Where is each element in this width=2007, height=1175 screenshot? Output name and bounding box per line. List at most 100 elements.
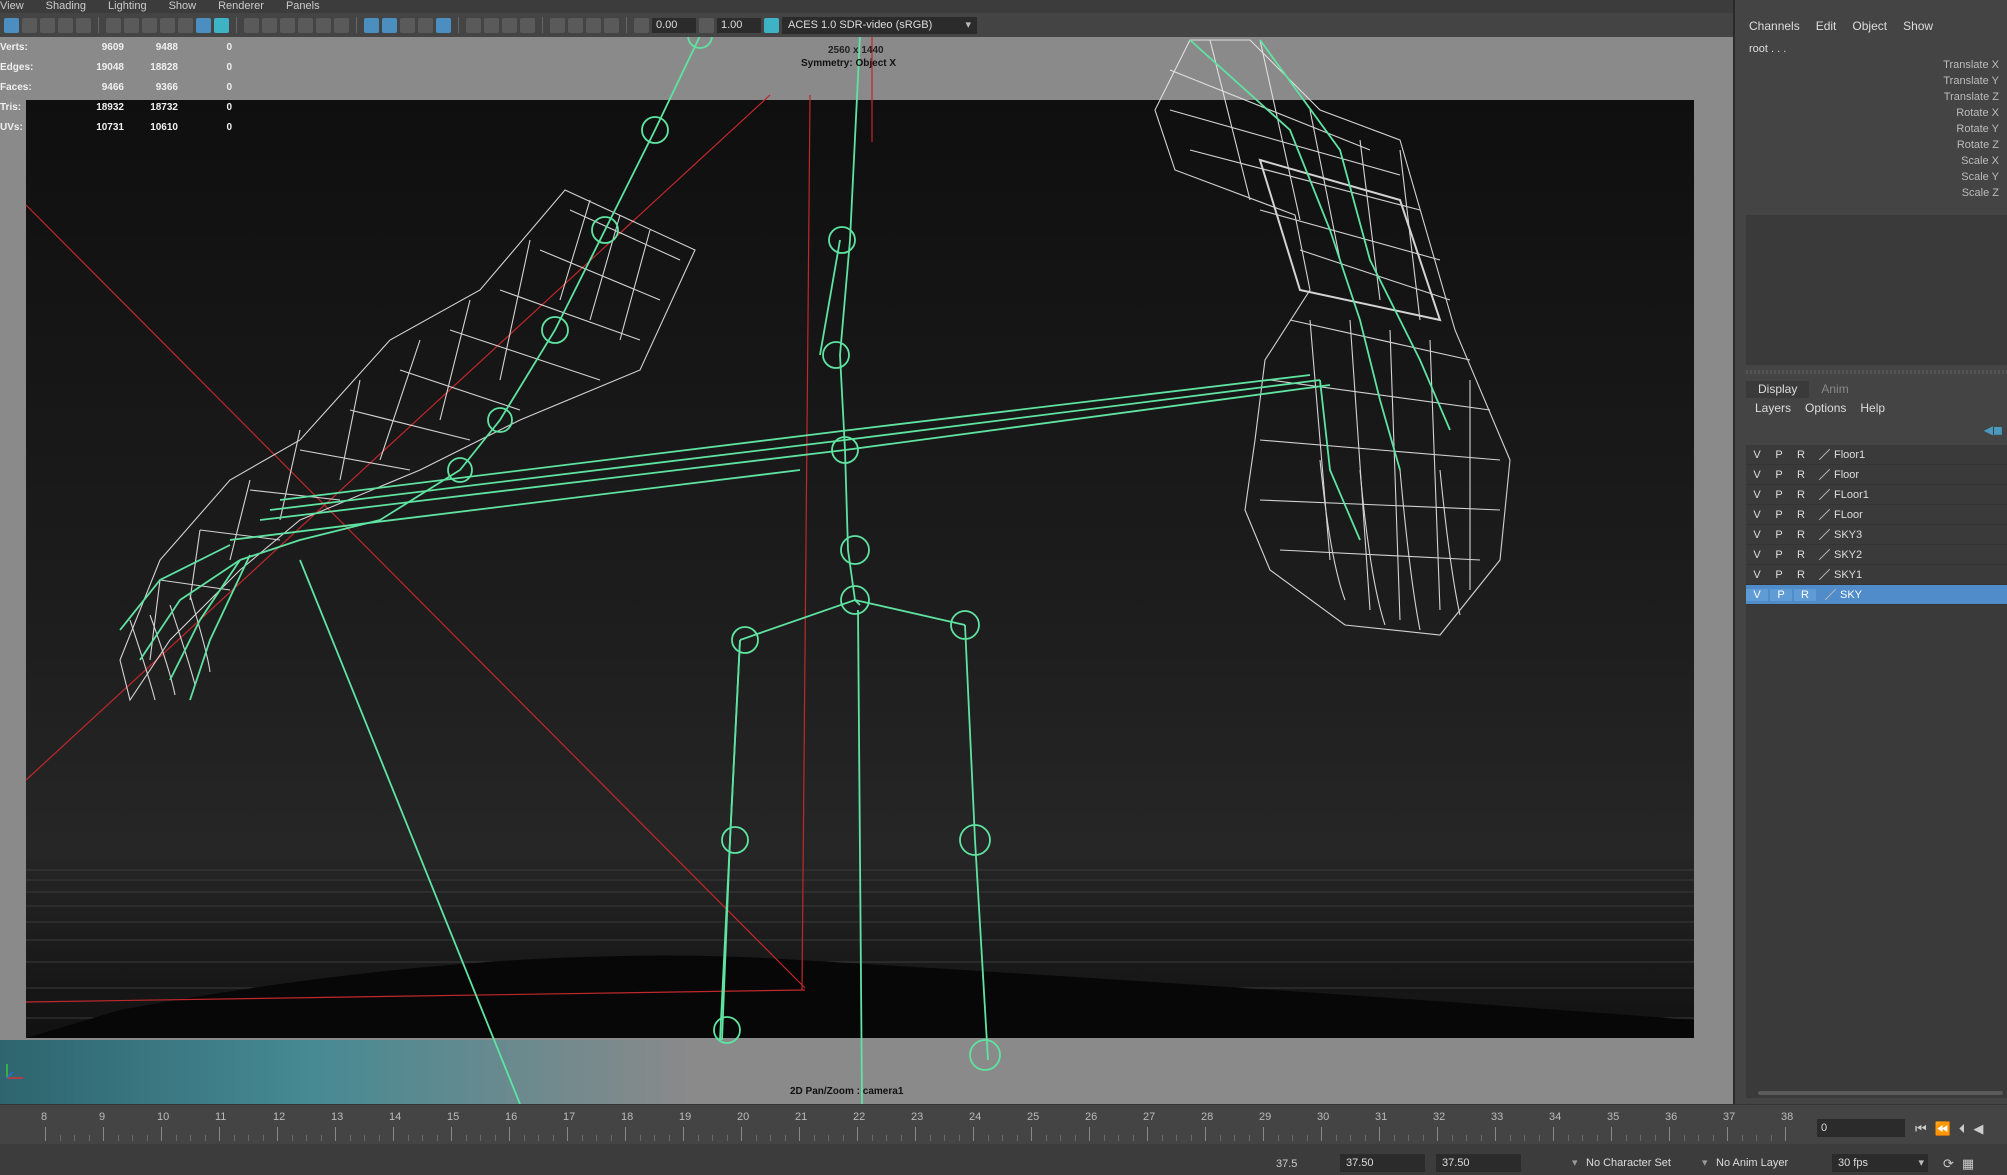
visibility-toggle[interactable]: V: [1746, 469, 1768, 481]
view-transform-dropdown[interactable]: ACES 1.0 SDR-video (sRGB): [782, 16, 977, 34]
select-icon[interactable]: [550, 17, 565, 33]
menu-edit[interactable]: Edit: [1816, 19, 1837, 33]
viewport-panel[interactable]: View Shading Lighting Show Renderer Pane…: [0, 0, 1733, 1104]
xray-icon[interactable]: [400, 17, 415, 33]
reference-toggle[interactable]: R: [1790, 469, 1812, 481]
layer-row[interactable]: V P R Floor1: [1746, 445, 2007, 465]
menu-layers[interactable]: Layers: [1755, 401, 1791, 415]
attr-rotate-x[interactable]: Rotate X: [1943, 105, 1999, 121]
image-plane-icon[interactable]: [58, 17, 73, 33]
layer-row[interactable]: V P R SKY1: [1746, 565, 2007, 585]
play-backward-icon[interactable]: ◀: [1973, 1121, 1983, 1137]
grease-pencil-icon[interactable]: [214, 17, 229, 33]
bookmark-icon[interactable]: [40, 17, 55, 33]
safe-action-icon[interactable]: [178, 17, 193, 33]
color-management-icon[interactable]: [764, 17, 779, 33]
film-gate-icon[interactable]: [106, 17, 121, 33]
menu-shading[interactable]: Shading: [46, 0, 86, 13]
reference-toggle[interactable]: R: [1790, 449, 1812, 461]
select-camera-icon[interactable]: [4, 17, 19, 33]
wireframe-icon[interactable]: [244, 17, 259, 33]
attr-rotate-y[interactable]: Rotate Y: [1943, 121, 1999, 137]
time-slider[interactable]: 8 9 10 11 12 13 14 15 16 17 18 19 20 21 22 23 24 25 26 27 28…: [0, 1104, 2007, 1144]
visibility-toggle[interactable]: V: [1746, 569, 1768, 581]
camera-guides-icon[interactable]: [604, 17, 619, 33]
visibility-toggle[interactable]: V: [1746, 529, 1768, 541]
exposure-field[interactable]: 0.00: [652, 17, 696, 33]
reference-toggle[interactable]: R: [1790, 569, 1812, 581]
layer-row-selected[interactable]: V P R SKY: [1746, 585, 2007, 605]
layer-name[interactable]: FLoor1: [1834, 489, 1869, 501]
step-back-key-icon[interactable]: ⏴: [1959, 1121, 1966, 1137]
gate-mask-icon[interactable]: [142, 17, 157, 33]
preferences-icon[interactable]: ▦: [1962, 1156, 1974, 1172]
menu-show[interactable]: Show: [1903, 19, 1933, 33]
visibility-toggle[interactable]: V: [1746, 489, 1768, 501]
current-frame-field[interactable]: 0: [1817, 1119, 1905, 1137]
attr-rotate-z[interactable]: Rotate Z: [1943, 137, 1999, 153]
playback-toggle[interactable]: P: [1768, 489, 1790, 501]
selected-node-name[interactable]: root . . .: [1749, 43, 1786, 55]
layer-name[interactable]: Floor: [1834, 469, 1859, 481]
reference-toggle[interactable]: R: [1794, 588, 1816, 601]
step-back-icon[interactable]: ⏪: [1935, 1121, 1951, 1137]
layer-color-swatch[interactable]: [1816, 489, 1830, 501]
attr-scale-z[interactable]: Scale Z: [1943, 185, 1999, 201]
playback-toggle[interactable]: P: [1768, 569, 1790, 581]
attr-scale-x[interactable]: Scale X: [1943, 153, 1999, 169]
lights-icon[interactable]: [334, 17, 349, 33]
playback-toggle[interactable]: P: [1768, 529, 1790, 541]
menu-options[interactable]: Options: [1805, 401, 1846, 415]
layer-color-swatch[interactable]: [1816, 449, 1830, 461]
layer-color-swatch[interactable]: [1816, 549, 1830, 561]
playback-toggle[interactable]: P: [1770, 588, 1792, 601]
menu-show[interactable]: Show: [169, 0, 197, 13]
playback-toggle[interactable]: P: [1768, 469, 1790, 481]
field-chart-icon[interactable]: [160, 17, 175, 33]
resolution-gate-icon[interactable]: [124, 17, 139, 33]
playback-end-field[interactable]: 37.50: [1436, 1154, 1521, 1172]
exposure-icon[interactable]: [634, 17, 649, 33]
playback-start-field[interactable]: 37.50: [1340, 1154, 1425, 1172]
menu-panels[interactable]: Panels: [286, 0, 320, 13]
layer-list-scrollbar[interactable]: [1746, 1088, 2007, 1098]
menu-channels[interactable]: Channels: [1749, 19, 1800, 33]
go-to-start-icon[interactable]: ⏮: [1915, 1121, 1927, 1137]
anti-aliasing-icon[interactable]: [520, 17, 535, 33]
layer-name[interactable]: FLoor: [1834, 509, 1863, 521]
time-ruler[interactable]: 8 9 10 11 12 13 14 15 16 17 18 19 20 21 22 23 24 25 26 27 28…: [0, 1111, 1800, 1145]
layer-name[interactable]: SKY1: [1834, 569, 1862, 581]
hud-icon[interactable]: [586, 17, 601, 33]
smooth-shade-icon[interactable]: [262, 17, 277, 33]
ambient-occlusion-icon[interactable]: [382, 17, 397, 33]
menu-lighting[interactable]: Lighting: [108, 0, 147, 13]
reference-toggle[interactable]: R: [1790, 489, 1812, 501]
motion-blur-icon[interactable]: [502, 17, 517, 33]
layer-name[interactable]: SKY3: [1834, 529, 1862, 541]
pan-zoom-icon[interactable]: [196, 17, 211, 33]
use-default-material-icon[interactable]: [280, 17, 295, 33]
layer-row[interactable]: V P R FLoor: [1746, 505, 2007, 525]
tab-anim[interactable]: Anim: [1809, 381, 1861, 398]
anim-layer-dropdown[interactable]: No Anim Layer: [1700, 1154, 1788, 1172]
visibility-toggle[interactable]: V: [1746, 588, 1768, 601]
grid-icon[interactable]: [76, 17, 91, 33]
isolate-select-icon[interactable]: [436, 17, 451, 33]
layer-color-swatch[interactable]: [1816, 569, 1830, 581]
layer-name[interactable]: Floor1: [1834, 449, 1865, 461]
xray-joints-icon[interactable]: [418, 17, 433, 33]
snap-icon[interactable]: [568, 17, 583, 33]
camera-attributes-icon[interactable]: [22, 17, 37, 33]
layer-row[interactable]: V P R FLoor1: [1746, 485, 2007, 505]
visibility-toggle[interactable]: V: [1746, 509, 1768, 521]
new-layer-icon[interactable]: ◀◼: [1984, 423, 2003, 437]
shadows-icon[interactable]: [364, 17, 379, 33]
layer-row[interactable]: V P R SKY3: [1746, 525, 2007, 545]
material-icon[interactable]: [484, 17, 499, 33]
attr-scale-y[interactable]: Scale Y: [1943, 169, 1999, 185]
scene-wireframe[interactable]: [0, 0, 1733, 1104]
menu-object[interactable]: Object: [1852, 19, 1887, 33]
gamma-field[interactable]: 1.00: [717, 17, 761, 33]
layer-row[interactable]: V P R Floor: [1746, 465, 2007, 485]
panel-splitter[interactable]: [1746, 370, 2007, 374]
